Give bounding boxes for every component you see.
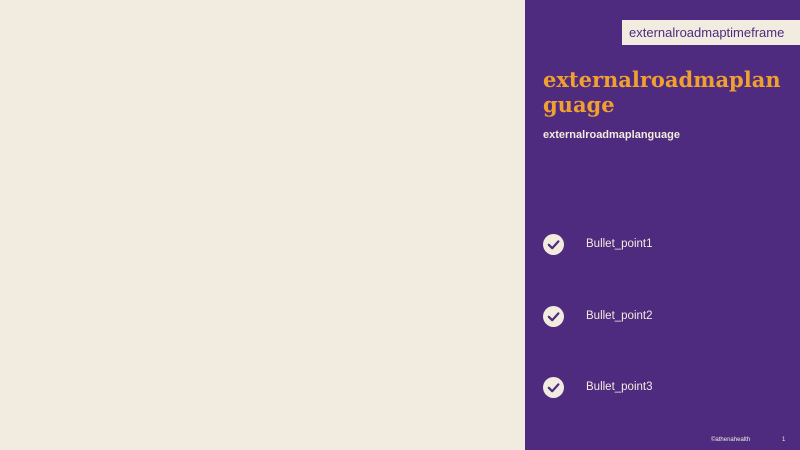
check-circle-icon (543, 306, 564, 327)
bullet-label: Bullet_point2 (586, 310, 653, 322)
check-circle-icon (543, 234, 564, 255)
bullet-item: Bullet_point3 (543, 377, 783, 399)
bullet-item: Bullet_point1 (543, 234, 783, 256)
slide-subtitle: externalroadmaplanguage (543, 129, 680, 141)
bullet-item: Bullet_point2 (543, 306, 783, 328)
page-number: 1 (782, 437, 786, 443)
check-circle-icon (543, 377, 564, 398)
timeframe-tag: externalroadmaptimeframe (622, 20, 800, 45)
bullet-label: Bullet_point1 (586, 238, 653, 250)
content-panel: externalroadmaptimeframe externalroadmap… (525, 0, 800, 450)
footer-brand: ©athenahealth (711, 437, 751, 443)
image-placeholder-area (0, 0, 525, 450)
slide-title: externalroadmaplanguage (543, 67, 781, 117)
bullet-label: Bullet_point3 (586, 381, 653, 393)
